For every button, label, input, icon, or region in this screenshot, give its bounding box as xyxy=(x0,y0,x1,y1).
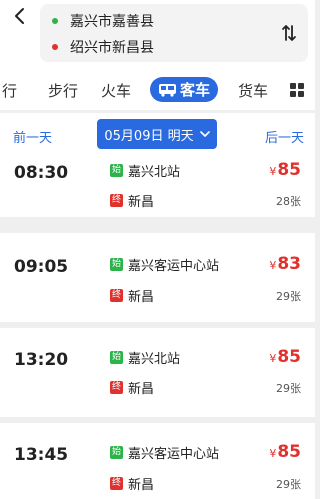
tab-truck[interactable]: 货车 xyxy=(238,80,268,101)
arrival-station-name: 新昌 xyxy=(128,290,155,305)
ticket-price: ¥85 xyxy=(269,160,301,180)
prev-day-button[interactable]: 前一天 xyxy=(13,127,52,146)
next-day-button[interactable]: 后一天 xyxy=(265,127,304,146)
departure-station-name: 嘉兴客运中心站 xyxy=(128,259,220,274)
start-badge: 始 xyxy=(110,258,123,271)
swap-icon[interactable] xyxy=(280,24,298,42)
end-badge: 终 xyxy=(110,477,123,490)
tickets-left: 29张 xyxy=(276,478,301,491)
departure-station: 始 嘉兴客运中心站 xyxy=(110,443,219,462)
arrival-station-name: 新昌 xyxy=(128,478,155,493)
origin-dot xyxy=(52,18,58,24)
departure-station: 始 嘉兴客运中心站 xyxy=(110,255,219,274)
arrival-station: 终 新昌 xyxy=(110,286,154,305)
destination-dot xyxy=(52,44,58,50)
departure-station: 始 嘉兴北站 xyxy=(110,161,180,180)
end-badge: 终 xyxy=(110,381,123,394)
start-badge: 始 xyxy=(110,446,123,459)
arrival-station: 终 新昌 xyxy=(110,474,154,493)
origin-row[interactable]: 嘉兴市嘉善县 xyxy=(52,10,154,32)
destination-text: 绍兴市新昌县 xyxy=(70,40,154,56)
destination-row[interactable]: 绍兴市新昌县 xyxy=(52,36,154,58)
date-bar: 前一天 05月09日 明天 后一天 xyxy=(0,113,315,157)
tab-coach[interactable]: 客车 xyxy=(150,77,218,102)
departure-time: 08:30 xyxy=(14,163,69,183)
departure-station-name: 嘉兴北站 xyxy=(128,165,181,180)
route-box[interactable]: 嘉兴市嘉善县 绍兴市新昌县 xyxy=(40,4,308,62)
route-header: 嘉兴市嘉善县 绍兴市新昌县 xyxy=(0,0,315,70)
trip-card[interactable]: 08:30 始 嘉兴北站 终 新昌 ¥85 28张 xyxy=(0,157,315,217)
tickets-left: 29张 xyxy=(276,290,301,303)
start-badge: 始 xyxy=(110,351,123,364)
departure-time: 13:45 xyxy=(14,445,69,465)
arrival-station-name: 新昌 xyxy=(128,382,155,397)
current-date-label: 05月09日 明天 xyxy=(104,128,194,144)
end-badge: 终 xyxy=(110,289,123,302)
ticket-price: ¥85 xyxy=(269,442,301,462)
end-badge: 终 xyxy=(110,194,123,207)
departure-station: 始 嘉兴北站 xyxy=(110,348,180,367)
start-badge: 始 xyxy=(110,164,123,177)
ticket-price: ¥83 xyxy=(269,254,301,274)
departure-station-name: 嘉兴北站 xyxy=(128,352,181,367)
tab-coach-label: 客车 xyxy=(179,81,210,99)
departure-time: 13:20 xyxy=(14,350,69,370)
arrival-station: 终 新昌 xyxy=(110,191,154,210)
back-arrow-icon[interactable] xyxy=(10,6,30,26)
transport-mode-tabs: 行 步行 火车 客车 货车 xyxy=(0,70,315,110)
tab-train[interactable]: 火车 xyxy=(101,80,131,101)
arrival-station: 终 新昌 xyxy=(110,378,154,397)
ticket-price: ¥85 xyxy=(269,347,301,367)
bus-icon xyxy=(158,83,176,97)
tab-walk[interactable]: 步行 xyxy=(48,80,78,101)
trip-card[interactable]: 09:05 始 嘉兴客运中心站 终 新昌 ¥83 29张 xyxy=(0,233,315,322)
trip-card[interactable]: 13:45 始 嘉兴客运中心站 终 新昌 ¥85 29张 xyxy=(0,423,315,499)
arrival-station-name: 新昌 xyxy=(128,195,155,210)
tab-ride[interactable]: 行 xyxy=(2,80,17,101)
origin-text: 嘉兴市嘉善县 xyxy=(70,14,154,30)
departure-time: 09:05 xyxy=(14,257,69,277)
more-grid-icon[interactable] xyxy=(290,83,304,97)
tickets-left: 28张 xyxy=(276,195,301,208)
tickets-left: 29张 xyxy=(276,382,301,395)
departure-station-name: 嘉兴客运中心站 xyxy=(128,447,220,462)
chevron-down-icon xyxy=(199,131,210,137)
trip-card[interactable]: 13:20 始 嘉兴北站 终 新昌 ¥85 29张 xyxy=(0,328,315,417)
date-picker-button[interactable]: 05月09日 明天 xyxy=(97,119,217,149)
